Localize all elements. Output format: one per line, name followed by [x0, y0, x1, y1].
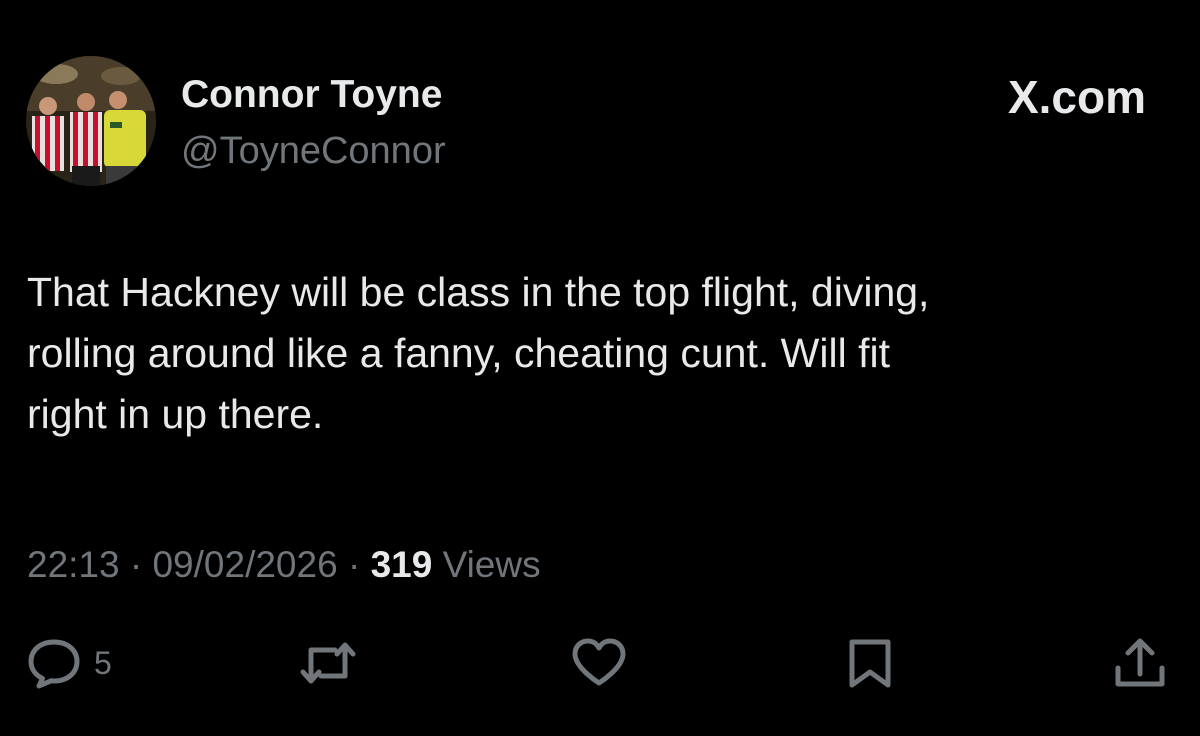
views-label: Views: [442, 544, 541, 585]
tweet-time[interactable]: 22:13: [27, 544, 120, 585]
repost-button[interactable]: [299, 636, 357, 690]
tweet-date[interactable]: 09/02/2026: [152, 544, 337, 585]
tweet-text: That Hackney will be class in the top fl…: [27, 262, 1167, 445]
reply-count: 5: [94, 645, 112, 681]
brand-logo: X.com: [1007, 71, 1146, 123]
user-handle[interactable]: @ToyneConnor: [181, 128, 446, 174]
meta-separator: ·: [119, 544, 153, 585]
bookmark-icon: [849, 639, 891, 688]
share-button[interactable]: [1112, 636, 1168, 690]
like-button[interactable]: [570, 636, 628, 690]
repost-icon: [300, 642, 356, 684]
tweet-text-line: That Hackney will be class in the top fl…: [27, 269, 930, 315]
tweet-meta: 22:13 · 09/02/2026 · 319 Views: [27, 540, 541, 590]
meta-separator: ·: [337, 544, 371, 585]
avatar[interactable]: [26, 56, 156, 186]
reply-button[interactable]: 5: [26, 636, 112, 690]
display-name[interactable]: Connor Toyne: [181, 72, 442, 118]
tweet-text-line: right in up there.: [27, 391, 324, 437]
bookmark-button[interactable]: [845, 636, 895, 690]
share-icon: [1115, 638, 1165, 687]
reply-icon: [28, 639, 80, 689]
views-count: 319: [370, 544, 433, 585]
avatar-photo: [26, 56, 156, 186]
tweet-text-line: rolling around like a fanny, cheating cu…: [27, 330, 890, 376]
like-icon: [572, 638, 626, 686]
